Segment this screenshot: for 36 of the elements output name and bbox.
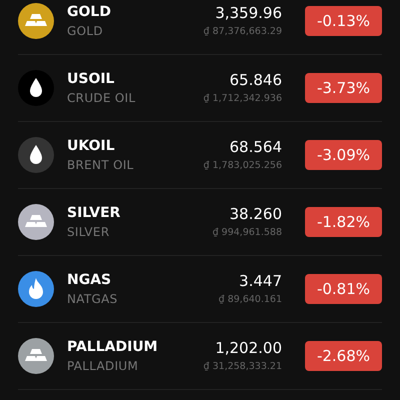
asset-symbol: PALLADIUM [67, 338, 159, 356]
asset-name: GOLD [67, 24, 104, 38]
change-badge: -0.13% [305, 6, 382, 36]
asset-name: BRENT OIL [67, 158, 135, 172]
asset-name: CRUDE OIL [67, 90, 137, 106]
local-price: ₫ 1,712,342.936 [203, 92, 282, 105]
asset-price: 65.846 [230, 71, 282, 89]
change-badge: -2.68% [305, 341, 382, 371]
asset-price: 68.564 [230, 138, 282, 156]
asset-row[interactable]: PALLADIUM PALLADIUM 1,202.00 ₫ 31,258,333.21 -2.68% [18, 323, 382, 390]
local-price: ₫ 994,961.588 [212, 226, 282, 239]
asset-price: 3.447 [239, 272, 282, 290]
asset-price: 38.260 [230, 205, 282, 223]
asset-symbol: GOLD [67, 4, 112, 20]
local-price: ₫ 87,376,663.29 [203, 25, 282, 38]
asset-row[interactable]: SILVER SILVER 38.260 ₫ 994,961.588 -1.82% [18, 189, 382, 256]
asset-symbol: USOIL [67, 70, 116, 88]
local-price: ₫ 89,640.161 [218, 293, 282, 306]
asset-name: SILVER [67, 224, 110, 240]
asset-row[interactable]: NGAS NATGAS 3.447 ₫ 89,640.161 -0.81% [18, 256, 382, 323]
asset-price: 1,202.00 [215, 339, 282, 357]
asset-symbol: SILVER [67, 204, 122, 222]
asset-symbol: UKOIL [67, 138, 116, 154]
change-badge: -3.09% [305, 140, 382, 170]
asset-row[interactable]: USOIL CRUDE OIL 65.846 ₫ 1,712,342.936 -3.73% [18, 55, 382, 122]
local-price: ₫ 1,783,025.256 [203, 159, 282, 172]
asset-symbol: NGAS [67, 272, 112, 288]
asset-name: NATGAS [67, 292, 119, 306]
local-price: ₫ 31,258,333.21 [203, 360, 282, 373]
asset-row[interactable]: UKOIL BRENT OIL 68.564 ₫ 1,783,025.256 -3.09% [18, 122, 382, 189]
asset-name: PALLADIUM [67, 358, 140, 374]
asset-row[interactable]: GOLD GOLD 3,359.96 ₫ 87,376,663.29 -0.13% [18, 0, 382, 55]
change-badge: -3.73% [305, 73, 382, 103]
change-badge: -1.82% [305, 207, 382, 237]
change-badge: -0.81% [305, 274, 382, 304]
asset-price: 3,359.96 [215, 4, 282, 22]
